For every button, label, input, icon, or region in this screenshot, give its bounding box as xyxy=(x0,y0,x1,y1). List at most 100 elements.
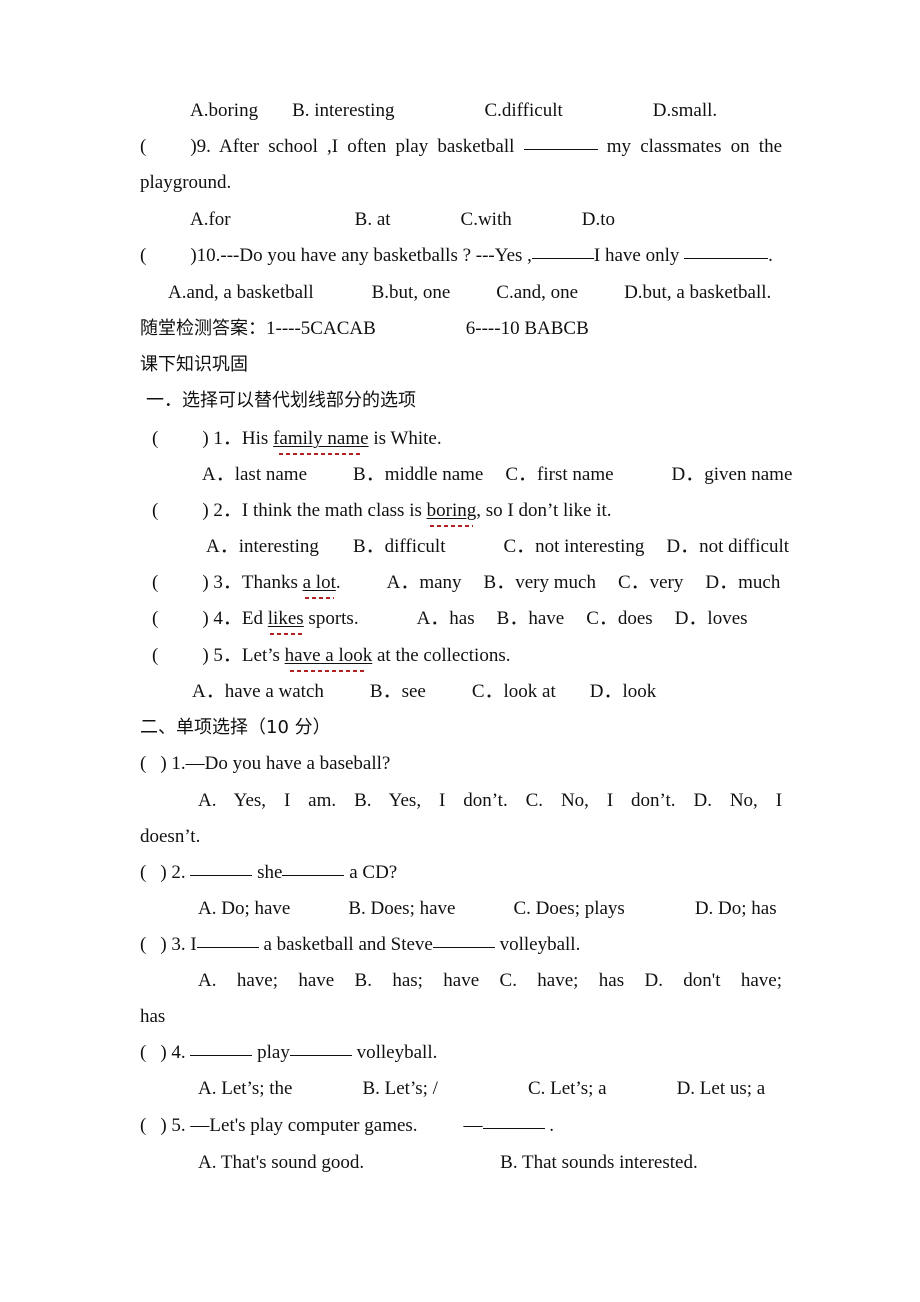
s2-q2-bracket-open: ( xyxy=(140,862,147,883)
s2-q1-option-b: B. Yes, I don’t. xyxy=(354,790,508,811)
section-one-title: 一．选择可以替代划线部分的选项 xyxy=(146,390,416,411)
q10-stem-part2: I have only xyxy=(593,245,680,266)
section-two-title: 二、单项选择（10 分） xyxy=(140,717,331,738)
s2-q5-stem-text: —Let's play computer games. xyxy=(190,1115,418,1136)
s2-q3-blank-2 xyxy=(432,947,495,948)
s2-q3-bracket-open: ( xyxy=(140,934,147,955)
s2-q3-options: A. have; have B. has; have C. have; has … xyxy=(140,970,782,992)
s1-q5-stem: () 5．Let’s have a look at the collection… xyxy=(140,645,794,672)
s2-q4-option-c: C. Let’s; a xyxy=(527,1078,607,1099)
s1-q4-stem-after: sports. xyxy=(303,608,359,629)
s1-q2-option-d: D．not difficult xyxy=(666,536,790,557)
q8-option-b: B. interesting xyxy=(292,100,395,121)
s1-q1-options: A．last name B．middle name C．first name D．gi… xyxy=(140,464,844,486)
s2-q5-number: 5. xyxy=(171,1115,186,1136)
answer-key-line: 随堂检测答案：1----5CACAB 6----10 BABCB xyxy=(140,318,782,340)
q9-options-row: A.for B. at C.with D.to xyxy=(140,209,832,231)
s2-q2-stem: () 2. she a CD? xyxy=(140,862,782,884)
worksheet-page: A.boring B. interesting C.difficult D.small… xyxy=(140,0,792,1302)
s2-q2-stem-end: a CD? xyxy=(349,862,398,883)
s2-q5-stem: () 5. —Let's play computer games. — . xyxy=(140,1115,782,1137)
s2-q4-blank-1 xyxy=(190,1055,253,1056)
q9-stem-continuation: playground. xyxy=(140,172,232,193)
s1-q3-stem-after: . xyxy=(335,572,341,593)
q9-stem-after: my classmates on the xyxy=(606,136,783,157)
s2-q3-option-b: B. has; have xyxy=(354,970,480,991)
s1-q3-option-a: A．many xyxy=(386,572,462,593)
s2-q4-stem: () 4. play volleyball. xyxy=(140,1042,782,1064)
q9-blank xyxy=(523,149,598,150)
s2-q2-blank-2 xyxy=(282,875,345,876)
s2-q3-bracket-close: ) xyxy=(160,934,167,955)
s2-q3-option-a: A. have; have xyxy=(198,970,335,991)
s1-q3-option-d: D．much xyxy=(705,572,781,593)
s1-q2-bracket-open: ( xyxy=(152,500,159,521)
q10-stem-part3: . xyxy=(768,245,773,266)
s1-q2-option-c: C．not interesting xyxy=(503,536,645,557)
s2-q4-option-b: B. Let’s; / xyxy=(362,1078,438,1099)
s1-q5-option-a: A．have a watch xyxy=(192,681,324,702)
q8-option-a: A.boring xyxy=(190,100,259,121)
s2-q2-option-c: C. Does; plays xyxy=(513,898,625,919)
q10-option-d: D.but, a basketball. xyxy=(624,282,772,303)
s1-q5-option-d: D．look xyxy=(589,681,657,702)
s2-q1-options: A. Yes, I am. B. Yes, I don’t. C. No, I … xyxy=(140,790,782,812)
q10-options-row: A.and, a basketball B.but, one C.and, one D… xyxy=(140,282,810,304)
q10-option-b: B.but, one xyxy=(371,282,451,303)
s1-q5-bracket-close: ) xyxy=(202,645,209,666)
s2-q4-bracket-close: ) xyxy=(160,1042,167,1063)
s2-q5-options: A. That's sound good. B. That sounds inte… xyxy=(140,1152,840,1174)
s2-q5-option-b: B. That sounds interested. xyxy=(500,1152,698,1173)
s2-q1-stem-text: —Do you have a baseball? xyxy=(185,753,391,774)
s2-q3-stem-mid: a basketball and Steve xyxy=(263,934,433,955)
s2-q3-stem-end: volleyball. xyxy=(499,934,581,955)
s2-q5-stem-end: . xyxy=(549,1115,555,1136)
s1-q5-bracket-open: ( xyxy=(152,645,159,666)
s2-q1-option-d-wrap: doesn’t. xyxy=(140,826,201,847)
answer-key-range-1: 1----5CACAB xyxy=(266,318,376,339)
s1-q3-line: () 3．Thanks a lot. A．many B．very much C．ver… xyxy=(140,572,794,599)
s1-q2-stem: () 2．I think the math class is boring, s… xyxy=(140,500,794,527)
s2-q3-option-d: D. don't have; xyxy=(644,970,783,991)
s2-q1-number: 1. xyxy=(171,753,186,774)
s2-q4-option-a: A. Let’s; the xyxy=(198,1078,293,1099)
s2-q4-blank-2 xyxy=(289,1055,352,1056)
s1-q2-option-b: B．difficult xyxy=(352,536,446,557)
s2-q4-bracket-open: ( xyxy=(140,1042,147,1063)
s1-q4-line: () 4．Ed likes sports. A．has B．have C．does D．… xyxy=(140,608,794,635)
s2-q1-bracket-open: ( xyxy=(140,753,147,774)
s1-q2-underlined-phrase: boring xyxy=(426,500,477,527)
s2-q2-stem-mid: she xyxy=(257,862,283,883)
q10-stem-line: ()10.---Do you have any basketballs ? --… xyxy=(140,245,782,267)
s2-q1-option-a: A. Yes, I am. xyxy=(198,790,337,811)
section-one-heading: 课下知识巩固 xyxy=(140,354,248,375)
s1-q4-stem-before: Ed xyxy=(241,608,268,629)
s1-q4-option-a: A．has xyxy=(416,608,475,629)
s1-q5-options: A．have a watch B．see C．look at D．look xyxy=(140,681,834,703)
q8-option-c: C.difficult xyxy=(484,100,563,121)
s1-q4-option-c: C．does xyxy=(586,608,653,629)
s2-q4-stem-end: volleyball. xyxy=(356,1042,438,1063)
s1-q1-bracket-close: ) xyxy=(202,428,209,449)
q9-option-a: A.for xyxy=(190,209,231,230)
s2-q1-bracket-close: ) xyxy=(160,753,167,774)
s2-q4-options: A. Let’s; the B. Let’s; / C. Let’s; a D. Le… xyxy=(140,1078,840,1100)
s1-q4-option-d: D．loves xyxy=(674,608,748,629)
answer-key-label: 随堂检测答案： xyxy=(140,318,266,339)
s2-q3-blank-1 xyxy=(196,947,259,948)
s2-q2-number: 2. xyxy=(171,862,186,883)
s2-q5-bracket-open: ( xyxy=(140,1115,147,1136)
s1-q4-bracket-close: ) xyxy=(202,608,209,629)
s1-q3-stem-before: Thanks xyxy=(241,572,303,593)
s2-q1-option-d: D. No, I xyxy=(693,790,783,811)
s1-q4-underlined-phrase: likes xyxy=(267,608,304,635)
s2-q2-option-a: A. Do; have xyxy=(198,898,291,919)
q9-option-c: C.with xyxy=(460,209,512,230)
s2-q1-option-c: C. No, I don’t. xyxy=(525,790,676,811)
s2-q3-option-c: C. have; has xyxy=(499,970,625,991)
s1-q1-option-c: C．first name xyxy=(505,464,614,485)
q10-stem-part1: ---Do you have any basketballs ? ---Yes … xyxy=(220,245,532,266)
q8-options-row: A.boring B. interesting C.difficult D.small… xyxy=(140,100,832,122)
q8-option-d: D.small. xyxy=(652,100,718,121)
s2-q5-option-a: A. That's sound good. xyxy=(198,1152,365,1173)
